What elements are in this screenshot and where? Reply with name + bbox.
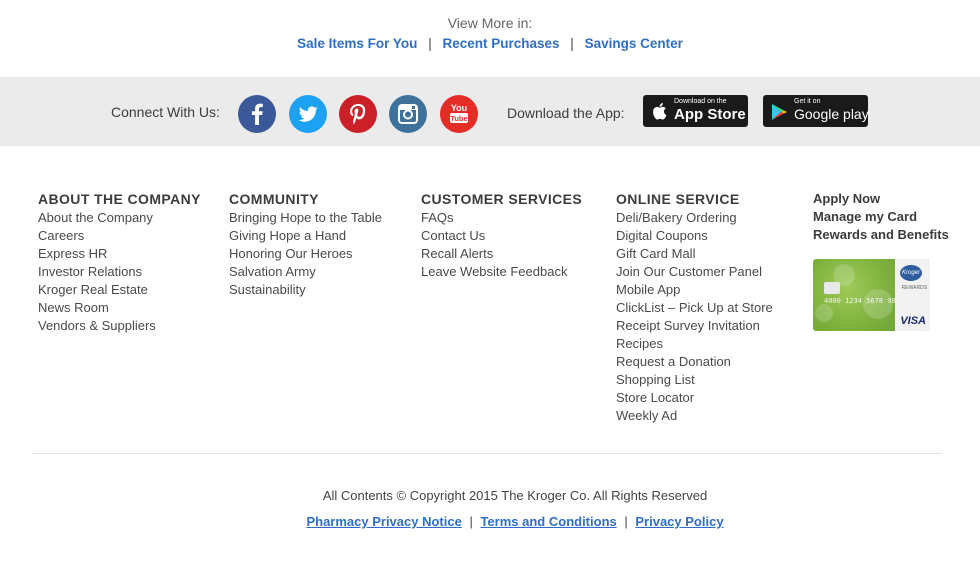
footer-link[interactable]: FAQs (421, 209, 582, 227)
pinterest-icon[interactable] (339, 95, 377, 133)
google-play-badge[interactable]: Get it on Google play (763, 95, 869, 127)
online-service-column: ONLINE SERVICE Deli/Bakery Ordering Digi… (616, 190, 773, 425)
google-play-big: Google play (794, 106, 869, 122)
footer-link[interactable]: Shopping List (616, 371, 773, 389)
app-store-badge[interactable]: Download on the App Store (643, 95, 748, 127)
card-pattern (815, 304, 833, 322)
footer-link[interactable]: Recall Alerts (421, 245, 582, 263)
footer-link[interactable]: Join Our Customer Panel (616, 263, 773, 281)
rewards-card-image[interactable]: 4000 1234 5678 9010 Kroger REWARDS VISA (813, 259, 930, 331)
footer-link[interactable]: Careers (38, 227, 201, 245)
footer-link[interactable]: Kroger Real Estate (38, 281, 201, 299)
pharmacy-privacy-link[interactable]: Pharmacy Privacy Notice (306, 514, 461, 529)
youtube-icon[interactable]: You Tube (440, 95, 478, 133)
manage-card-link[interactable]: Manage my Card (813, 208, 949, 226)
rewards-benefits-link[interactable]: Rewards and Benefits (813, 226, 949, 244)
separator: | (428, 36, 432, 51)
twitter-icon[interactable] (289, 95, 327, 133)
separator: | (624, 514, 628, 529)
customer-services-column: CUSTOMER SERVICES FAQs Contact Us Recall… (421, 190, 582, 281)
divider (32, 453, 942, 454)
footer-link[interactable]: Leave Website Feedback (421, 263, 582, 281)
footer-link[interactable]: Giving Hope a Hand (229, 227, 382, 245)
app-store-small: Download on the (674, 98, 727, 105)
footer-link[interactable]: Weekly Ad (616, 407, 773, 425)
column-heading: ABOUT THE COMPANY (38, 191, 201, 207)
footer-link[interactable]: ClickList – Pick Up at Store (616, 299, 773, 317)
kroger-logo: Kroger (900, 265, 922, 281)
facebook-icon[interactable] (238, 95, 276, 133)
footer-link[interactable]: Honoring Our Heroes (229, 245, 382, 263)
column-heading: ONLINE SERVICE (616, 191, 740, 207)
footer-link[interactable]: Recipes (616, 335, 773, 353)
footer-link[interactable]: Receipt Survey Invitation (616, 317, 773, 335)
connect-label: Connect With Us: (111, 104, 220, 120)
social-bar: Connect With Us: You Tube Download the Ap… (0, 78, 980, 146)
footer-link[interactable]: Vendors & Suppliers (38, 317, 201, 335)
privacy-policy-link[interactable]: Privacy Policy (635, 514, 723, 529)
footer-link[interactable]: Sustainability (229, 281, 382, 299)
download-app-label: Download the App: (507, 105, 625, 121)
card-chip (824, 282, 840, 294)
footer-link[interactable]: Mobile App (616, 281, 773, 299)
footer-link[interactable]: Gift Card Mall (616, 245, 773, 263)
footer-link[interactable]: Contact Us (421, 227, 582, 245)
recent-purchases-link[interactable]: Recent Purchases (442, 36, 559, 51)
copyright-text: All Contents © Copyright 2015 The Kroger… (322, 488, 708, 503)
savings-center-link[interactable]: Savings Center (585, 36, 683, 51)
footer-link[interactable]: Store Locator (616, 389, 773, 407)
footer-link[interactable]: About the Company (38, 209, 201, 227)
footer-link[interactable]: Salvation Army (229, 263, 382, 281)
card-rewards-label: REWARDS (901, 285, 927, 291)
community-column: COMMUNITY Bringing Hope to the Table Giv… (229, 190, 382, 299)
app-store-big: App Store (674, 106, 746, 123)
google-play-icon (772, 104, 787, 120)
terms-conditions-link[interactable]: Terms and Conditions (480, 514, 616, 529)
legal-links: Pharmacy Privacy Notice | Terms and Cond… (0, 514, 980, 529)
rewards-card-column: Apply Now Manage my Card Rewards and Ben… (813, 190, 949, 244)
visa-logo: VISA (900, 315, 926, 327)
view-more-links: Sale Items For You | Recent Purchases | … (0, 36, 980, 51)
sale-items-link[interactable]: Sale Items For You (297, 36, 417, 51)
instagram-icon[interactable] (389, 95, 427, 133)
view-more-label: View More in: (447, 15, 533, 31)
apply-now-link[interactable]: Apply Now (813, 190, 949, 208)
footer-link[interactable]: Request a Donation (616, 353, 773, 371)
footer-link[interactable]: Investor Relations (38, 263, 201, 281)
column-heading: COMMUNITY (229, 191, 319, 207)
footer-link[interactable]: Deli/Bakery Ordering (616, 209, 773, 227)
footer-link[interactable]: Bringing Hope to the Table (229, 209, 382, 227)
svg-text:Tube: Tube (450, 114, 467, 123)
svg-text:You: You (451, 103, 467, 113)
footer-link[interactable]: News Room (38, 299, 201, 317)
footer-link[interactable]: Digital Coupons (616, 227, 773, 245)
view-more-section: View More in: Sale Items For You | Recen… (0, 0, 980, 78)
separator: | (469, 514, 473, 529)
separator: | (570, 36, 574, 51)
card-number: 4000 1234 5678 9010 (824, 297, 905, 305)
apple-icon (653, 103, 667, 120)
google-play-small: Get it on (794, 98, 821, 105)
column-heading: CUSTOMER SERVICES (421, 191, 583, 207)
footer-link[interactable]: Express HR (38, 245, 201, 263)
about-company-column: ABOUT THE COMPANY About the Company Care… (38, 190, 201, 335)
